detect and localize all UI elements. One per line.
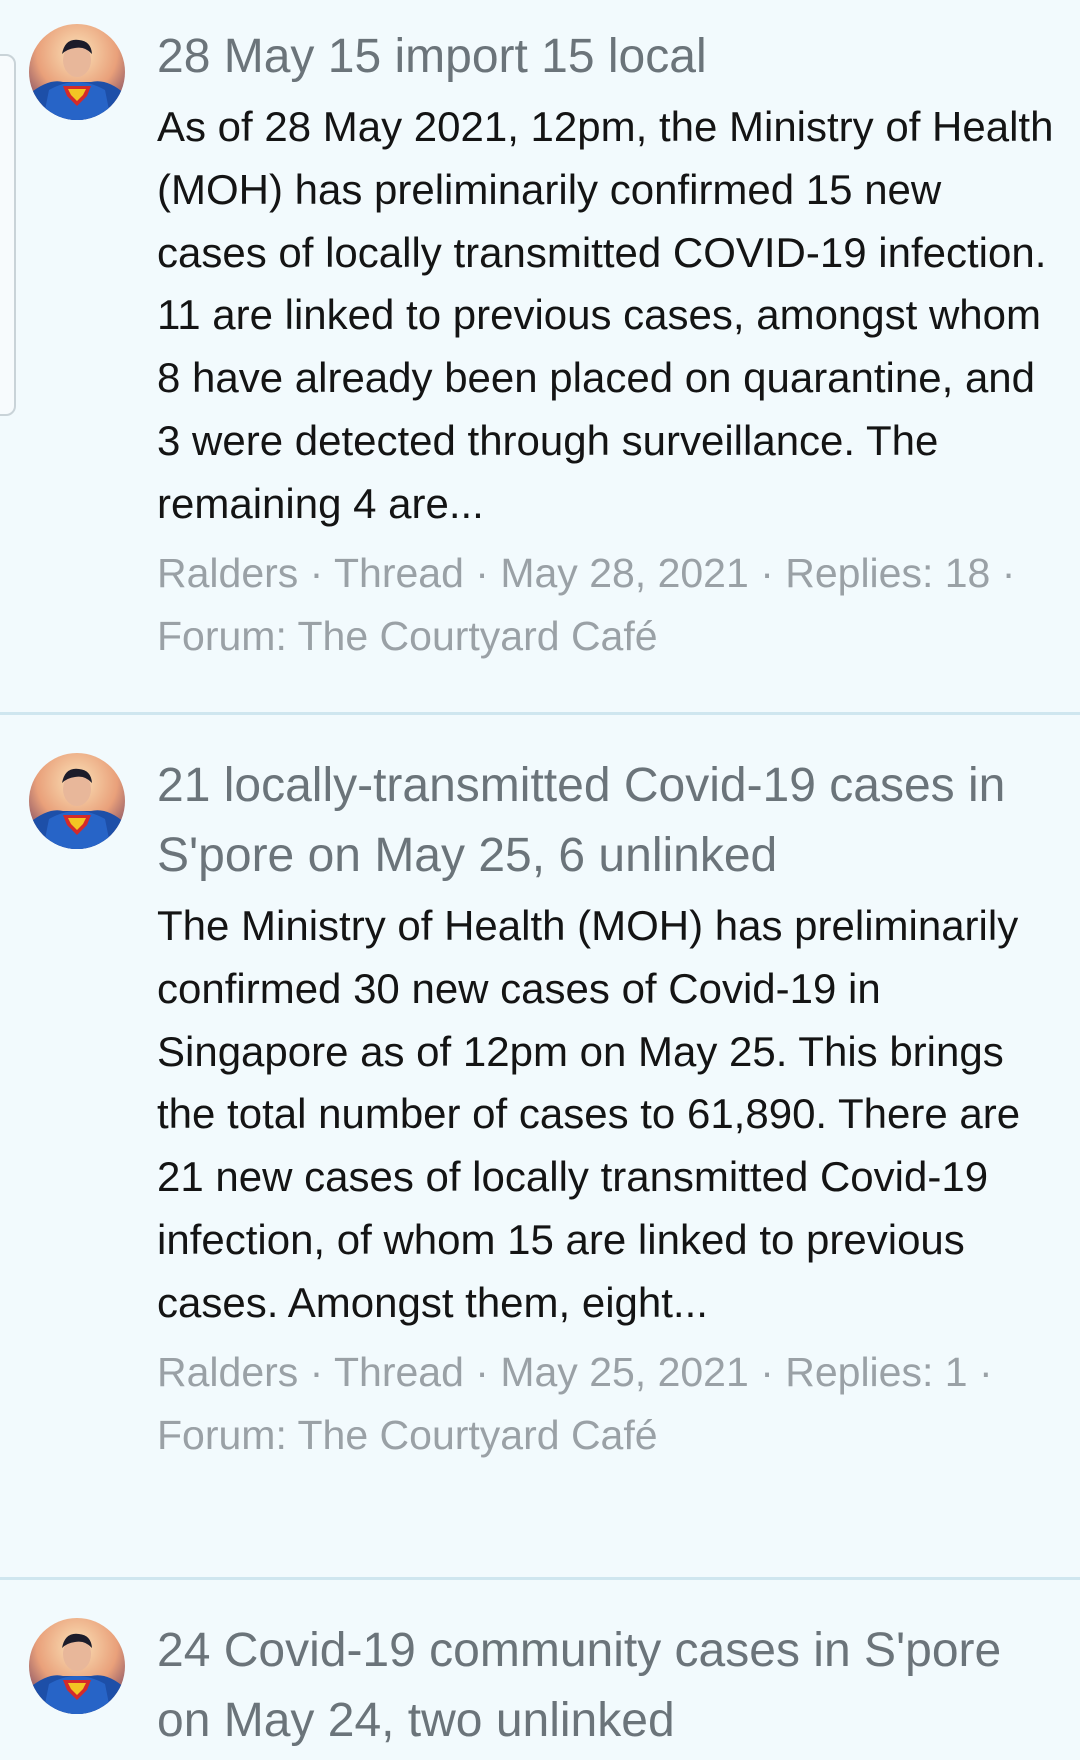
reply-count: Replies: 18: [785, 549, 991, 596]
search-results-page: 28 May 15 import 15 local As of 28 May 2…: [0, 0, 1080, 1760]
forum-link[interactable]: Forum: The Courtyard Café: [157, 613, 658, 659]
result-snippet: The Ministry of Health (MOH) has prelimi…: [157, 902, 1021, 1326]
search-result: 21 locally-transmitted Covid-19 cases in…: [0, 715, 1080, 1577]
result-title[interactable]: 21 locally-transmitted Covid-19 cases in…: [157, 751, 1056, 891]
avatar[interactable]: [29, 1618, 125, 1714]
meta-separator: ·: [298, 1348, 334, 1395]
search-result: 28 May 15 import 15 local As of 28 May 2…: [0, 0, 1080, 712]
content-type: Thread: [333, 1348, 464, 1395]
content-type: Thread: [333, 549, 464, 596]
meta-separator: ·: [967, 1348, 993, 1395]
result-title[interactable]: 24 Covid-19 community cases in S'pore on…: [157, 1616, 1056, 1756]
superhero-avatar-icon: [29, 1618, 125, 1714]
meta-separator: ·: [748, 1348, 786, 1395]
search-result: 24 Covid-19 community cases in S'pore on…: [0, 1580, 1080, 1760]
meta-separator: ·: [463, 1348, 501, 1395]
forum-link[interactable]: Forum: The Courtyard Café: [157, 1412, 658, 1458]
author-link[interactable]: Ralders: [157, 1349, 298, 1395]
result-meta: Ralders · Thread · May 25, 2021 · Replie…: [157, 1341, 1056, 1467]
superhero-avatar-icon: [29, 24, 125, 120]
result-snippet: As of 28 May 2021, 12pm, the Ministry of…: [157, 103, 1054, 527]
reply-count: Replies: 1: [785, 1348, 968, 1395]
meta-separator: ·: [463, 549, 501, 596]
result-title[interactable]: 28 May 15 import 15 local: [157, 22, 1056, 92]
avatar[interactable]: [29, 24, 125, 120]
author-link[interactable]: Ralders: [157, 550, 298, 596]
post-date: May 28, 2021: [500, 549, 749, 596]
post-date: May 25, 2021: [500, 1348, 749, 1395]
meta-separator: ·: [990, 549, 1016, 596]
result-meta: Ralders · Thread · May 28, 2021 · Replie…: [157, 542, 1056, 668]
superhero-avatar-icon: [29, 753, 125, 849]
meta-separator: ·: [298, 549, 334, 596]
avatar[interactable]: [29, 753, 125, 849]
meta-separator: ·: [748, 549, 786, 596]
